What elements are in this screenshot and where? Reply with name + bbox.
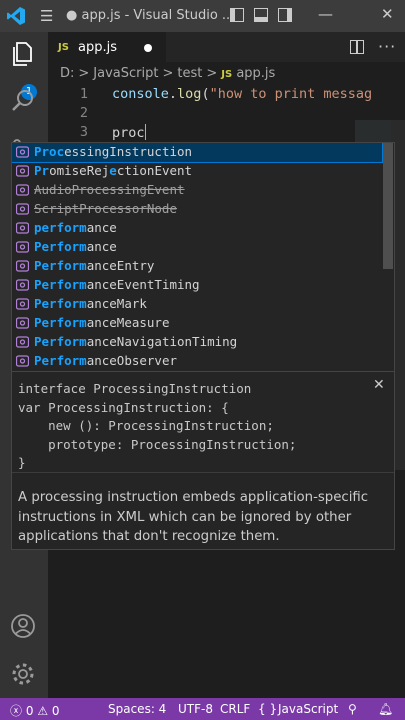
javascript-file-icon: JS [58,42,69,53]
code-line[interactable]: 2 [60,105,88,124]
symbol-class-icon [16,222,29,234]
code-token: log [177,86,202,102]
unsaved-dot-icon[interactable] [144,44,152,52]
javascript-file-icon: JS [221,69,233,80]
live-share-icon[interactable]: ⚲ [348,702,357,716]
symbol-class-icon [16,336,29,348]
more-actions-icon[interactable]: ··· [378,37,396,56]
search-icon[interactable] [9,87,37,115]
title-bar: ☰ ● app.js - Visual Studio ... — ✕ [0,0,405,32]
window-title: ● app.js - Visual Studio ... [66,8,235,23]
suggestion-item[interactable]: performance [12,219,382,238]
line-number: 2 [79,105,88,121]
documentation-text: A processing instruction embeds applicat… [18,490,369,544]
suggestion-label: PerformanceEventTiming [34,277,200,292]
line-number: 3 [79,124,88,140]
suggestion-label: PerformanceObserver [34,353,177,368]
toggle-panel-icon[interactable] [254,8,268,22]
suggestion-details: interface ProcessingInstruction var Proc… [11,371,395,550]
breadcrumb-file[interactable]: app.js [236,66,275,81]
accounts-icon[interactable] [9,612,37,640]
problems-indicator[interactable]: ⓧ 0 ⚠ 0 [10,702,60,719]
suggestion-item[interactable]: Performance [12,238,382,257]
symbol-class-icon [16,165,29,177]
symbol-class-icon [16,260,29,272]
suggestion-item[interactable]: AudioProcessingEvent [12,181,382,200]
encoding-status[interactable]: UTF-8 [178,702,213,716]
split-editor-icon[interactable] [350,40,364,54]
minimize-icon[interactable]: — [318,5,333,23]
symbol-class-icon [16,298,29,310]
suggestion-item[interactable]: PerformanceNavigationTiming [12,333,382,352]
breadcrumb-drive[interactable]: D: [60,66,74,81]
type-signature: interface ProcessingInstruction var Proc… [18,381,297,470]
tab-app-js[interactable]: JS app.js [48,32,166,63]
eol-status[interactable]: CRLF [220,702,250,716]
suggestion-item[interactable]: ScriptProcessorNode [12,200,382,219]
symbol-class-icon [16,184,29,196]
settings-gear-icon[interactable] [9,660,37,688]
breadcrumb-folder-test[interactable]: test [177,66,202,81]
suggestion-item[interactable]: PromiseRejectionEvent [12,162,382,181]
close-details-icon[interactable]: ✕ [373,377,385,393]
code-token: console [112,86,169,102]
suggestion-item[interactable]: PerformanceEventTiming [12,276,382,295]
vscode-logo-icon[interactable] [6,6,26,26]
error-icon: ⓧ [10,704,23,718]
suggestion-item[interactable]: PerformanceEntry [12,257,382,276]
toggle-primary-sidebar-icon[interactable] [230,8,244,22]
suggestion-label: performance [34,220,117,235]
breadcrumb: D: > JavaScript > test > JS app.js [60,66,276,81]
symbol-class-icon [16,279,29,291]
symbol-class-icon [16,355,29,367]
code-line[interactable]: 3 proc [60,124,147,143]
language-mode-icon: { } [258,702,278,716]
indentation-status[interactable]: Spaces: 4 [108,702,166,716]
suggestion-scrollbar[interactable] [383,143,393,269]
suggestion-label: PerformanceEntry [34,258,155,273]
tab-label: app.js [78,40,117,55]
suggestion-label: Performance [34,239,117,254]
suggestion-item[interactable]: PerformanceObserver [12,352,382,371]
code-token: proc [112,125,145,141]
breadcrumb-folder-javascript[interactable]: JavaScript [93,66,158,81]
toggle-secondary-sidebar-icon[interactable] [278,8,292,22]
suggestion-item[interactable]: ProcessingInstruction [12,143,383,163]
suggestion-label: PerformanceMark [34,296,147,311]
suggestion-label: AudioProcessingEvent [34,182,185,197]
symbol-class-icon [16,203,29,215]
suggestion-list[interactable]: PerformanceObserver PerformanceNavigation… [11,142,395,372]
suggestion-label: PerformanceNavigationTiming [34,334,238,349]
suggestion-label: ProcessingInstruction [34,144,193,159]
notifications-bell-icon[interactable]: 🔔︎ [378,702,393,716]
language-mode-status[interactable]: JavaScript [278,702,338,716]
warning-icon: ⚠ [37,704,49,718]
symbol-class-icon [16,146,29,158]
text-cursor [144,124,147,140]
explorer-icon[interactable] [9,40,37,68]
symbol-class-icon [16,317,29,329]
divider [12,472,394,473]
suggestion-item[interactable]: PerformanceMeasure [12,314,382,333]
suggestion-item[interactable]: PerformanceMark [12,295,382,314]
code-line[interactable]: 1 console.log("how to print messag [60,86,372,105]
line-number: 1 [79,86,88,102]
code-string: "how to print messag [209,86,373,102]
close-window-icon[interactable]: ✕ [381,5,394,23]
suggestion-label: PromiseRejectionEvent [34,163,193,178]
suggestion-label: PerformanceMeasure [34,315,170,330]
suggestion-label: ScriptProcessorNode [34,201,177,216]
menu-icon[interactable]: ☰ [40,7,53,25]
symbol-class-icon [16,241,29,253]
status-bar: ⓧ 0 ⚠ 0 Spaces: 4 UTF-8 CRLF { } JavaScr… [0,698,405,720]
